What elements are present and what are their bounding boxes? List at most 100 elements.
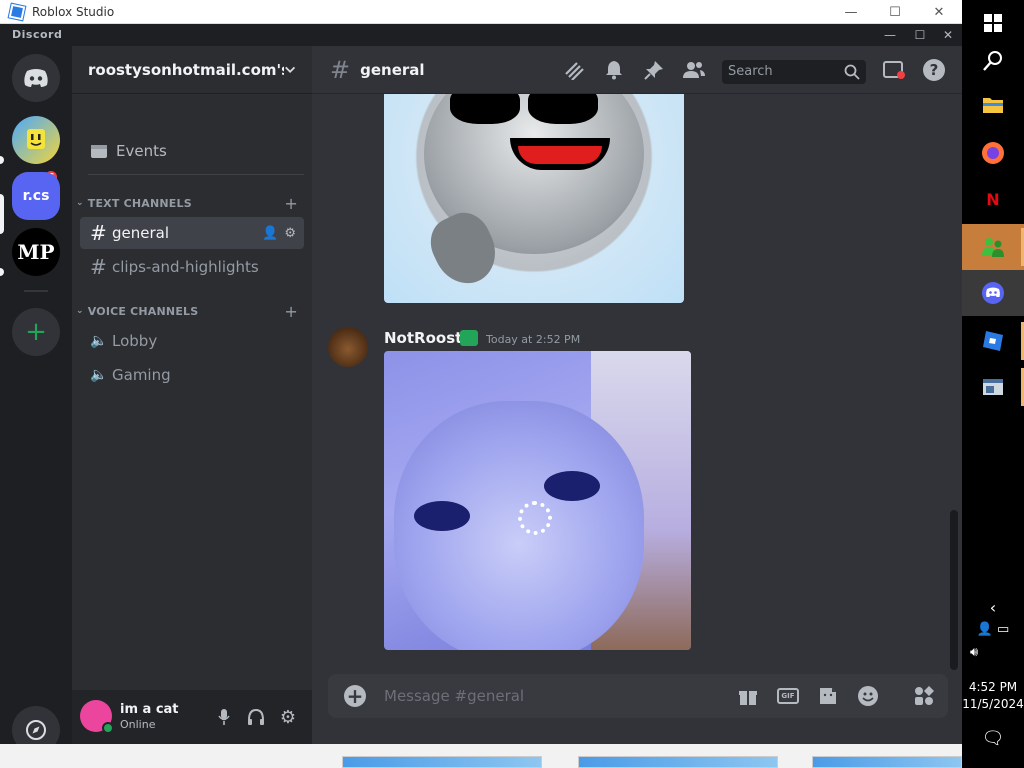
hash-icon: # (90, 221, 107, 245)
channel-label: general (112, 224, 170, 242)
unread-indicator (0, 156, 4, 164)
pinned-messages-button[interactable] (642, 58, 666, 82)
discord-maximize-button[interactable]: ☐ (906, 24, 934, 46)
upload-button[interactable]: + (344, 685, 366, 707)
roblox-minimize-button[interactable]: — (828, 0, 874, 24)
online-status-dot (102, 722, 114, 734)
channel-label: Lobby (112, 332, 158, 350)
mute-button[interactable] (212, 706, 236, 728)
channel-label: clips-and-highlights (112, 258, 259, 276)
apps-icon (915, 686, 934, 705)
create-text-channel-button[interactable]: + (284, 194, 298, 213)
gear-icon[interactable]: ⚙ (284, 226, 296, 241)
server-icon-rcs[interactable]: r.cs (12, 172, 60, 220)
invite-icon[interactable]: 👤 (262, 226, 278, 241)
gear-icon: ⚙ (279, 706, 297, 728)
roblox-maximize-button[interactable]: ☐ (872, 0, 918, 24)
roblox-thumbnail-1[interactable] (342, 756, 542, 768)
show-hidden-icons-chevron-icon[interactable]: ‹ (962, 598, 1024, 617)
svg-text:?: ? (930, 61, 939, 79)
user-settings-button[interactable]: ⚙ (276, 706, 300, 728)
roblox-thumbnail-3[interactable] (812, 756, 962, 768)
chevron-down-icon (284, 66, 295, 73)
voice-category-label: VOICE CHANNELS (87, 304, 199, 318)
create-voice-channel-button[interactable]: + (284, 302, 298, 321)
firefox-button[interactable] (962, 130, 1024, 176)
text-channels-category[interactable]: ⌄ TEXT CHANNELS + (76, 194, 304, 213)
clock-date[interactable]: 11/5/2024 (962, 697, 1024, 711)
discord-taskbar-button[interactable] (962, 270, 1024, 316)
calendar-icon (91, 145, 107, 158)
voice-channel-gaming[interactable]: 🔈 Gaming (80, 359, 304, 391)
message-avatar[interactable] (328, 327, 368, 367)
message-composer[interactable]: + Message #general GIF (328, 674, 948, 718)
folder-icon (983, 98, 1003, 113)
plus-icon: + (25, 317, 47, 347)
cat-eye-left (414, 501, 470, 531)
gif-button[interactable]: GIF (776, 684, 800, 708)
notification-settings-button[interactable] (602, 58, 626, 82)
other-app-taskbar-button[interactable] (962, 364, 1024, 410)
apps-button[interactable] (912, 684, 936, 708)
voice-channel-lobby[interactable]: 🔈 Lobby (80, 325, 304, 357)
direct-messages-button[interactable] (12, 54, 60, 102)
chat-scrollbar[interactable] (950, 510, 958, 670)
speaker-icon: 🔈 (90, 367, 108, 383)
help-icon: ? (923, 59, 945, 81)
sticker-button[interactable] (816, 684, 840, 708)
roblox-studio-taskbar-button[interactable] (962, 318, 1024, 364)
discord-close-button[interactable]: ✕ (934, 24, 962, 46)
netflix-button[interactable]: N (962, 176, 1024, 222)
guild-header[interactable]: roostysonhotmail.com's ... (72, 46, 312, 94)
inbox-button[interactable] (882, 58, 906, 82)
roblox-close-button[interactable]: ✕ (916, 0, 962, 24)
image-attachment-seal[interactable] (384, 94, 684, 303)
channel-title: general (360, 60, 425, 79)
threads-button[interactable] (562, 58, 586, 82)
search-placeholder: Search (728, 64, 773, 79)
user-panel: im a cat Online ⚙ (72, 690, 312, 744)
help-button[interactable]: ? (922, 58, 946, 82)
collapse-chevron-icon: ⌄ (76, 198, 84, 208)
roblox-titlebar: Roblox Studio — ☐ ✕ (0, 0, 962, 24)
deafen-button[interactable] (244, 706, 268, 728)
sunglasses-right (528, 94, 598, 124)
role-badge-icon (460, 330, 478, 346)
server-icon-1[interactable] (12, 116, 60, 164)
events-link[interactable]: Events (80, 134, 304, 168)
emoji-button[interactable] (856, 684, 880, 708)
gift-button[interactable] (736, 684, 760, 708)
loading-spinner-icon (518, 501, 552, 535)
channel-clips-and-highlights[interactable]: # clips-and-highlights (80, 251, 304, 283)
smiley-icon (27, 129, 45, 149)
server-icon-mp[interactable]: MP (12, 228, 60, 276)
gaming-app-button[interactable] (962, 224, 1024, 270)
clock-time[interactable]: 4:52 PM (962, 680, 1024, 694)
window-app-icon (983, 379, 1003, 395)
notifications-icon[interactable]: 🗨︎ (962, 728, 1024, 749)
threads-icon (565, 62, 584, 80)
players-icon (982, 238, 1004, 257)
network-icon[interactable]: 👤 ▭ (962, 622, 1024, 637)
channel-label: Gaming (112, 366, 171, 384)
message-author[interactable]: NotRoosti (384, 329, 467, 347)
roblox-studio-icon (7, 2, 27, 21)
search-icon (983, 51, 1002, 71)
hash-icon: # (90, 255, 107, 279)
file-explorer-button[interactable] (962, 82, 1024, 128)
sticker-icon (820, 688, 836, 704)
add-server-button[interactable]: + (12, 308, 60, 356)
message-input-placeholder[interactable]: Message #general (384, 687, 524, 705)
member-list-button[interactable] (682, 58, 706, 82)
taskbar-search-button[interactable] (962, 38, 1024, 84)
discord-minimize-button[interactable]: — (876, 24, 904, 46)
emoji-icon (858, 686, 878, 706)
roblox-thumbnail-2[interactable] (578, 756, 778, 768)
channel-general[interactable]: # general 👤 ⚙ (80, 217, 304, 249)
hash-icon: # (330, 55, 351, 84)
volume-icon[interactable]: 🔊︎ (962, 645, 1024, 660)
image-attachment-cat[interactable] (384, 351, 691, 650)
search-input[interactable]: Search (722, 60, 866, 84)
explore-servers-button[interactable] (12, 706, 60, 744)
voice-channels-category[interactable]: ⌄ VOICE CHANNELS + (76, 302, 304, 321)
